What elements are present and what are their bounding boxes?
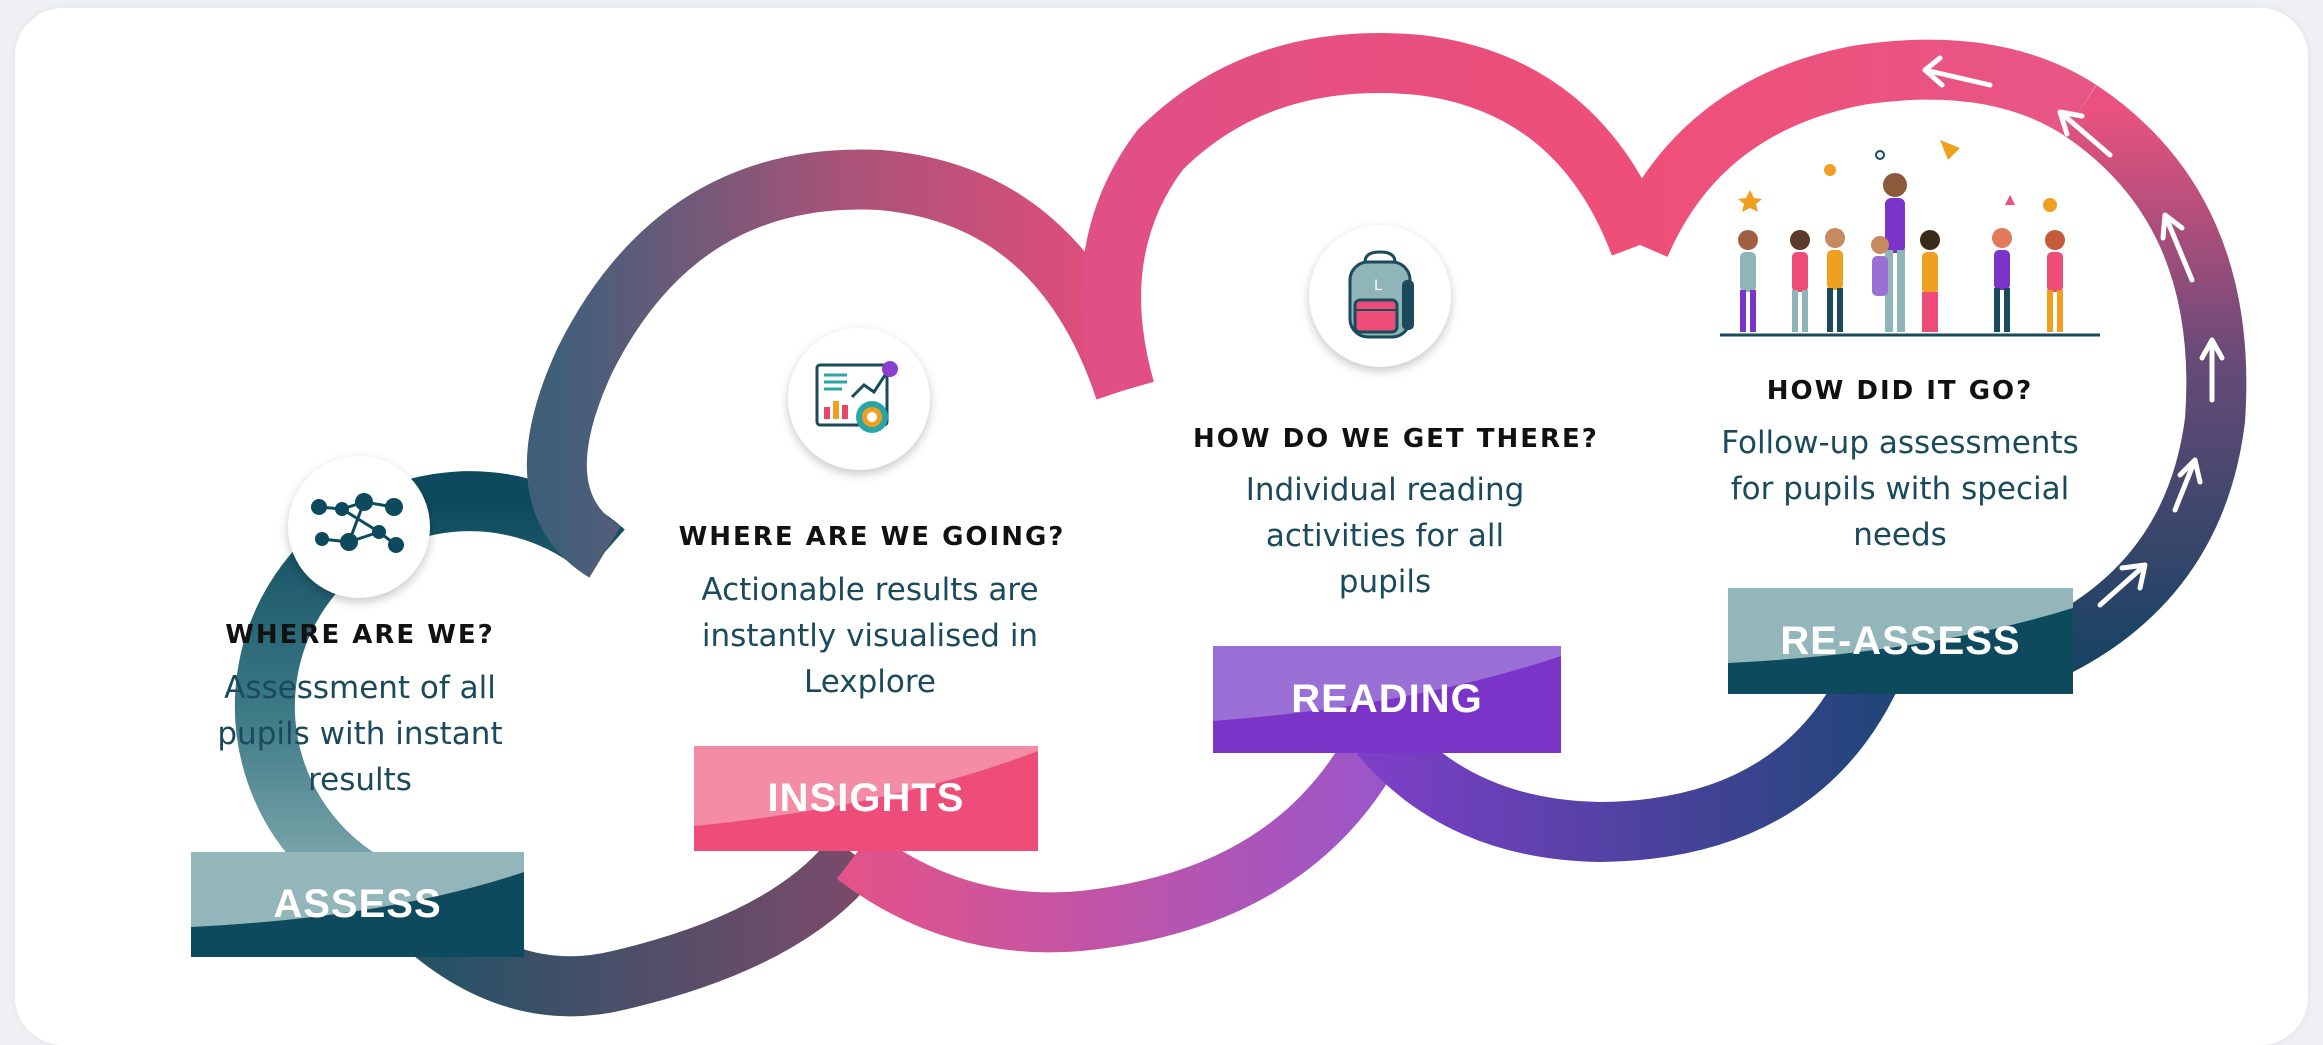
stage-description: Individual reading activities for all pu… — [1245, 472, 1525, 600]
stage-description: Actionable results are instantly visuali… — [701, 572, 1039, 700]
insights-icon-badge — [788, 328, 930, 470]
stage-heading: WHERE ARE WE? — [225, 620, 495, 650]
stage-description: Follow-up assessments for pupils with sp… — [1721, 425, 2079, 553]
stage-heading: HOW DO WE GET THERE? — [1193, 424, 1599, 454]
stage-heading: WHERE ARE WE GOING? — [678, 522, 1066, 552]
reading-icon-badge: L — [1309, 225, 1451, 367]
backpack-icon: L — [1348, 250, 1414, 339]
network-nodes-icon — [311, 493, 404, 553]
assess-icon-badge — [288, 456, 430, 598]
assess-label: ASSESS — [191, 852, 524, 957]
stage-heading: HOW DID IT GO? — [1766, 376, 2034, 406]
analytics-dashboard-icon — [815, 360, 898, 433]
diagram-canvas: WHERE ARE WE? Assessment of all pupils w… — [0, 0, 2323, 1045]
reading-label: READING — [1213, 646, 1561, 753]
insights-label: INSIGHTS — [694, 746, 1038, 851]
celebrating-children-illustration — [1720, 140, 2100, 337]
reassess-label: RE-ASSESS — [1728, 588, 2073, 694]
svg-text:L: L — [1374, 278, 1382, 294]
stage-description: Assessment of all pupils with instant re… — [217, 670, 503, 798]
